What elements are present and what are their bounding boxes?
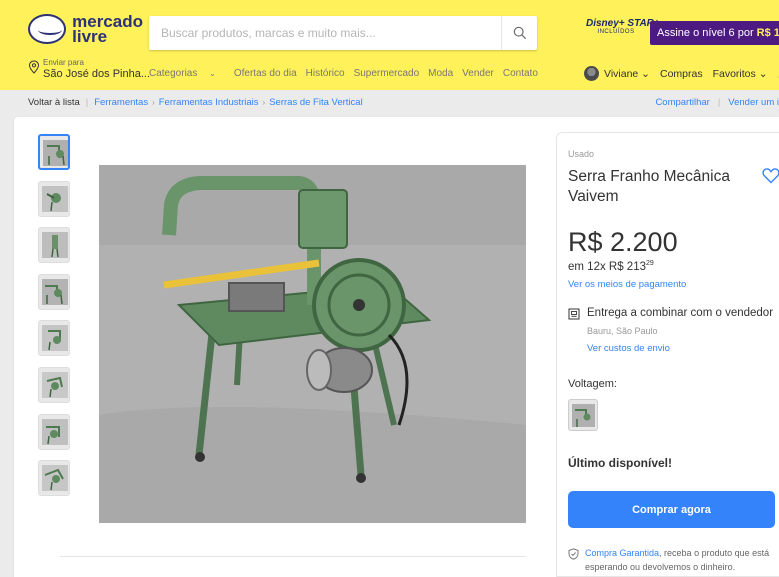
voltage-label: Voltagem: <box>568 378 617 390</box>
thumbnail[interactable] <box>38 413 70 450</box>
search-input[interactable] <box>149 16 489 50</box>
search-bar <box>149 16 537 50</box>
nav-deals[interactable]: Ofertas do dia <box>234 68 297 79</box>
search-icon[interactable] <box>501 16 537 50</box>
user-nav: Viviane ⌄ Compras Favoritos ⌄ <box>584 66 779 81</box>
heart-icon[interactable] <box>762 167 779 184</box>
shield-icon <box>568 548 579 560</box>
breadcrumb: Voltar à lista | Ferramentas › Ferramentas I… <box>28 97 363 108</box>
back-to-list-link[interactable]: Voltar à lista <box>28 97 80 108</box>
logo-text: mercado livre <box>72 12 143 46</box>
chevron-down-icon: ⌄ <box>758 67 768 80</box>
seller-location: Bauru, São Paulo <box>587 326 658 336</box>
nav-fashion[interactable]: Moda <box>428 68 453 79</box>
thumbnail[interactable] <box>38 227 70 264</box>
chevron-down-icon: ⌄ <box>641 67 650 80</box>
guarantee-link[interactable]: Compra Garantida <box>585 548 659 558</box>
thumbnail[interactable] <box>38 366 70 403</box>
nav-contact[interactable]: Contato <box>503 68 538 79</box>
subscription-promo-button[interactable]: Assine o nível 6 por R$ 14,9 <box>650 21 779 45</box>
nav-history[interactable]: Histórico <box>306 68 345 79</box>
breadcrumb-item[interactable]: Ferramentas <box>94 97 148 108</box>
voltage-option[interactable] <box>568 399 598 431</box>
delivery-icon <box>568 308 580 320</box>
chevron-right-icon: › <box>262 98 266 107</box>
purchase-panel: Usado Serra Franho Mecânica Vaivem R$ 2.… <box>556 132 779 577</box>
thumbnail[interactable] <box>38 273 70 310</box>
nav-sell[interactable]: Vender <box>462 68 494 79</box>
purchase-guarantee: Compra Garantida, receba o produto que e… <box>585 548 770 572</box>
mercado-livre-logo[interactable]: mercado livre <box>28 10 143 48</box>
thumbnail[interactable] <box>38 134 70 170</box>
thumbnail-gallery <box>38 134 70 507</box>
nav-categories[interactable]: Categorias ⌄ <box>149 68 225 79</box>
handshake-icon <box>28 14 67 44</box>
breadcrumb-item[interactable]: Serras de Fita Vertical <box>269 97 362 108</box>
avatar[interactable] <box>584 66 599 81</box>
location-icon <box>28 60 40 74</box>
stock-status: Último disponível! <box>568 456 673 470</box>
product-price: R$ 2.200 <box>568 227 678 257</box>
header: mercado livre Disney+ STAR+ INCLUÍDOS As… <box>0 0 779 90</box>
condition-label: Usado <box>568 149 595 159</box>
nav-purchases[interactable]: Compras <box>660 68 703 80</box>
location-label: Enviar para <box>43 58 84 67</box>
thumbnail[interactable] <box>38 320 70 357</box>
product-title: Serra Franho Mecânica Vaivem <box>568 168 730 205</box>
user-menu[interactable]: Viviane ⌄ <box>604 68 650 80</box>
share-actions: Compartilhar | Vender um i <box>655 97 779 108</box>
main-nav: Categorias ⌄ Ofertas do dia Histórico Su… <box>149 68 547 79</box>
thumbnail[interactable] <box>38 180 70 217</box>
nav-supermarket[interactable]: Supermercado <box>354 68 420 79</box>
thumbnail[interactable] <box>38 460 70 497</box>
delivery-info: Entrega a combinar com o vendedor <box>587 307 774 319</box>
disney-star-logo[interactable]: Disney+ STAR+ INCLUÍDOS <box>586 18 660 48</box>
buy-now-button[interactable]: Comprar agora <box>568 491 775 528</box>
location-value: São José dos Pinha... <box>43 68 151 80</box>
chevron-down-icon: ⌄ <box>209 69 216 78</box>
sell-one-link[interactable]: Vender um i <box>728 97 779 108</box>
chevron-right-icon: › <box>152 98 155 107</box>
share-link[interactable]: Compartilhar <box>655 97 709 108</box>
payment-methods-link[interactable]: Ver os meios de pagamento <box>568 279 686 290</box>
shipping-location[interactable]: Enviar para São José dos Pinha... <box>28 58 151 84</box>
installments-info: em 12x R$ 21329 <box>568 260 654 273</box>
nav-favorites[interactable]: Favoritos ⌄ <box>713 68 768 80</box>
breadcrumb-item[interactable]: Ferramentas Industriais <box>159 97 259 108</box>
product-main-image[interactable] <box>99 165 526 523</box>
shipping-costs-link[interactable]: Ver custos de envio <box>587 343 670 354</box>
divider <box>60 556 526 557</box>
